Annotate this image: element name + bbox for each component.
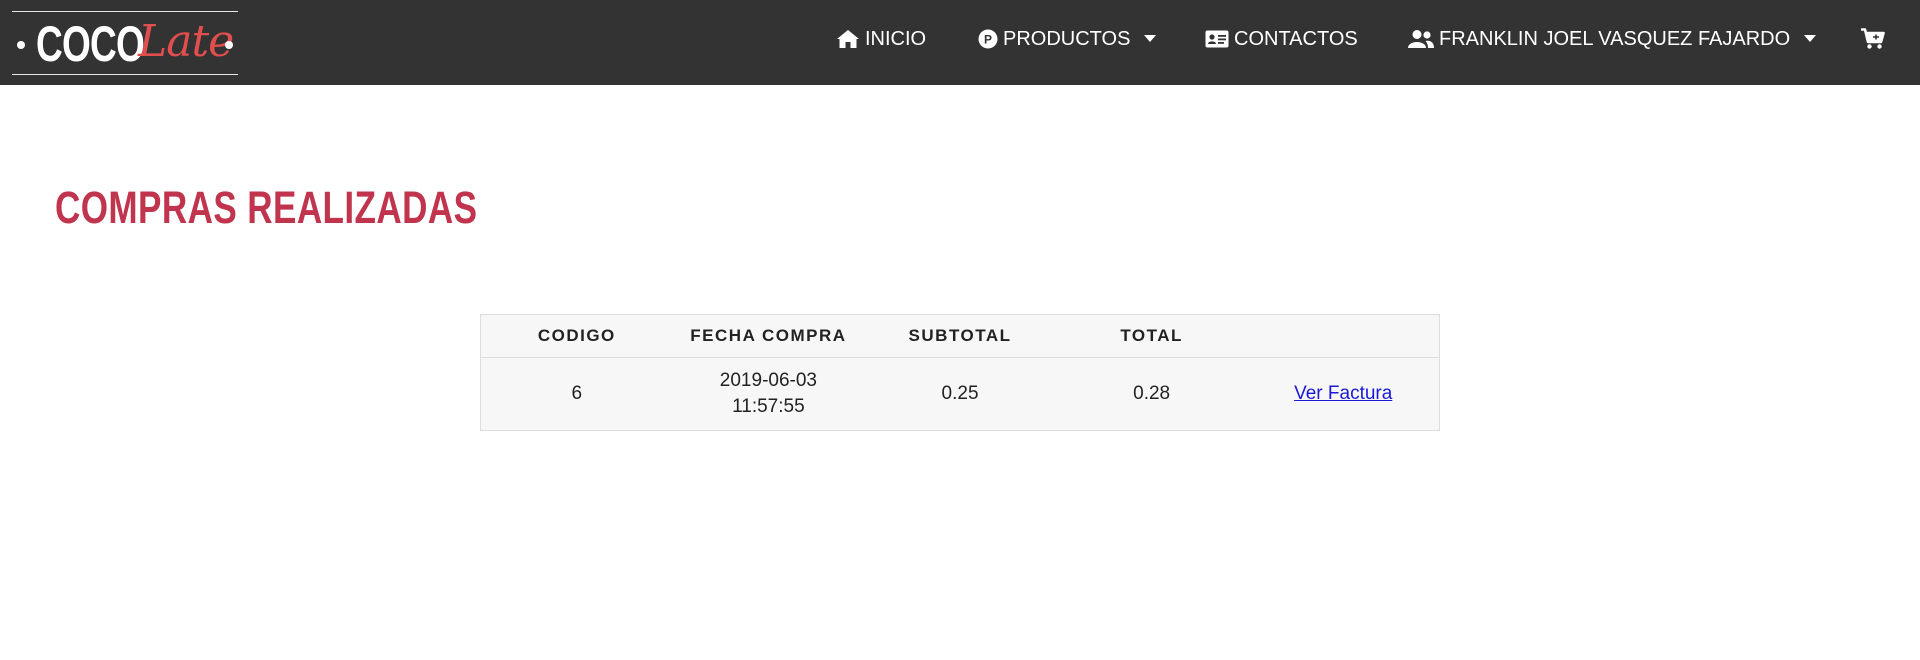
logo-text-late: Late: [138, 16, 234, 67]
nav-user-label: FRANKLIN JOEL VASQUEZ FAJARDO: [1439, 27, 1791, 50]
nav-contacts[interactable]: CONTACTOS: [1205, 24, 1358, 54]
page-title: COMPRAS REALIZADAS: [55, 182, 478, 233]
users-icon: [1408, 29, 1434, 49]
shopping-cart-icon: [1861, 28, 1885, 50]
navbar: COCO Late INICIO P PRODUCTOS CONTACTOS F…: [0, 0, 1920, 85]
logo-text-coco: COCO: [36, 16, 145, 72]
svg-text:P: P: [984, 33, 992, 47]
nav-home[interactable]: INICIO: [836, 24, 926, 54]
logo-dot-left: [17, 41, 25, 49]
nav-products-label: PRODUCTOS: [1003, 27, 1131, 50]
home-icon: [836, 29, 860, 49]
chevron-down-icon: [1804, 35, 1817, 43]
purchases-table: CODIGO FECHA COMPRA SUBTOTAL TOTAL 6 201…: [480, 314, 1440, 431]
cart-button[interactable]: [1861, 24, 1890, 54]
table-header-row: CODIGO FECHA COMPRA SUBTOTAL TOTAL: [480, 314, 1440, 358]
column-header-codigo: CODIGO: [480, 314, 673, 358]
products-badge-icon: P: [978, 29, 998, 49]
cell-total: 0.28: [1133, 383, 1171, 404]
column-header-subtotal: SUBTOTAL: [864, 314, 1056, 358]
cell-fecha-time: 11:57:55: [732, 396, 805, 417]
id-card-icon: [1205, 30, 1229, 48]
nav-contacts-label: CONTACTOS: [1234, 27, 1358, 50]
cell-subtotal: 0.25: [941, 383, 979, 404]
view-invoice-link[interactable]: Ver Factura: [1294, 383, 1392, 404]
cell-fecha: 2019-06-03 11:57:55: [673, 358, 865, 431]
table-row: 6 2019-06-03 11:57:55 0.25 0.28 Ver Fact…: [481, 358, 1440, 431]
cell-codigo: 6: [571, 383, 583, 404]
logo-dot-right: [225, 41, 233, 49]
cell-actions: Ver Factura: [1247, 358, 1439, 431]
nav-products[interactable]: P PRODUCTOS: [978, 24, 1157, 54]
chevron-down-icon: [1144, 35, 1157, 43]
brand-logo[interactable]: COCO Late: [12, 11, 238, 75]
column-header-actions: [1247, 314, 1440, 358]
column-header-total: TOTAL: [1055, 314, 1248, 358]
column-header-fecha: FECHA COMPRA: [672, 314, 865, 358]
nav-home-label: INICIO: [865, 27, 927, 50]
nav-user-menu[interactable]: FRANKLIN JOEL VASQUEZ FAJARDO: [1408, 24, 1817, 54]
cell-fecha-date: 2019-06-03: [719, 370, 817, 391]
